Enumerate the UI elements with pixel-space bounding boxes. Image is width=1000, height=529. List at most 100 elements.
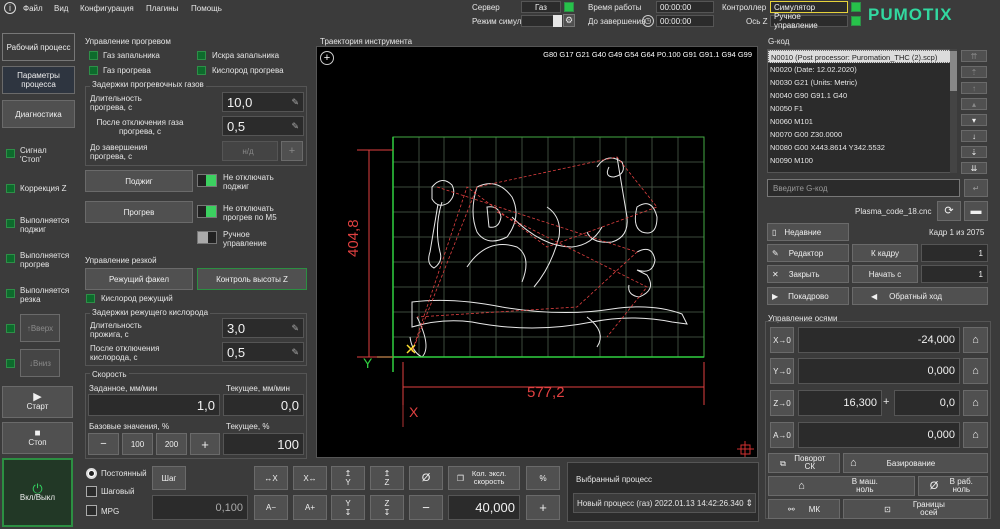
ignite-toggle[interactable] — [197, 174, 217, 187]
mpg-checkbox[interactable] — [86, 505, 97, 516]
menu-file[interactable]: Файл — [23, 4, 43, 13]
open-folder-button[interactable]: ▬ — [964, 201, 988, 221]
continuous-radio[interactable] — [86, 468, 97, 479]
speed-plus-button[interactable]: + — [190, 433, 220, 455]
speed-minus-button[interactable]: − — [88, 433, 119, 455]
close-file-button[interactable]: ✕ Закрыть — [767, 265, 849, 283]
zero-button[interactable]: Ø — [409, 466, 443, 490]
percent-button[interactable]: % — [526, 466, 560, 490]
gcode-input[interactable]: Введите G-код — [767, 179, 960, 197]
menu-plugins[interactable]: Плагины — [146, 4, 178, 13]
menu-config[interactable]: Конфигурация — [80, 4, 134, 13]
rotate-cs-button[interactable]: ⧉ Поворот СК — [768, 453, 840, 473]
zero-y-button[interactable]: Y→0 — [770, 358, 794, 384]
jog-speed-minus-button[interactable]: − — [409, 495, 443, 520]
reverse-button[interactable]: ◀ Обратный ход — [852, 287, 988, 305]
scroll-up-button[interactable]: ↑ — [961, 82, 987, 94]
ignite-button[interactable]: Поджиг — [85, 170, 193, 192]
home-a-button[interactable]: ⌂ — [963, 422, 988, 448]
jog-speed-plus-button[interactable]: + — [526, 495, 560, 520]
zero-x-button[interactable]: X→0 — [770, 327, 794, 353]
height-control-button[interactable]: Контроль высоты Z — [197, 268, 307, 290]
igniter-gas-checkbox[interactable] — [89, 51, 98, 60]
gcode-line[interactable]: N0080 G00 X443.8614 Y342.5532 — [768, 141, 956, 154]
speed-200-button[interactable]: 200 — [156, 433, 187, 455]
scroll-line-up-button[interactable]: ▴ — [961, 98, 987, 110]
tab-workflow[interactable]: Рабочий процесс — [2, 33, 75, 61]
menu-view[interactable]: Вид — [54, 4, 68, 13]
to-machine-zero-button[interactable]: ⌂ В маш. ноль — [768, 476, 915, 496]
preheat-duration-field[interactable]: 10,0 ✎ — [222, 92, 304, 112]
gear-icon[interactable]: ⚙ — [563, 14, 575, 27]
gcode-line[interactable]: N0070 G00 Z30.0000 — [768, 128, 956, 141]
to-work-zero-button[interactable]: Ø В раб. ноль — [918, 476, 988, 496]
home-z-button[interactable]: ⌂ — [963, 390, 988, 416]
step-value-field[interactable]: 0,100 — [152, 495, 248, 520]
jog-x-minus-button[interactable]: ↔ X — [254, 466, 288, 490]
gcode-line[interactable]: N0030 G21 (Units: Metric) — [768, 76, 956, 89]
jog-speed-button[interactable]: ❐ Кол. эксл. скорость — [448, 466, 520, 490]
power-button[interactable]: ⏻ Вкл/Выкл — [2, 458, 73, 527]
cutting-oxygen-checkbox[interactable] — [86, 294, 95, 303]
scroll-down-button[interactable]: ↓ — [961, 130, 987, 142]
gcode-line[interactable]: N0040 G90 G91.1 G40 — [768, 89, 956, 102]
step-run-button[interactable]: ▶ Покадрово — [767, 287, 849, 305]
enter-button[interactable]: ↵ — [964, 179, 988, 197]
preheat-button[interactable]: Прогрев — [85, 201, 193, 223]
axis-bounds-button[interactable]: ⊡ Границы осей — [843, 499, 988, 519]
jog-speed-field[interactable]: 40,000 — [448, 495, 520, 520]
stop-button[interactable]: ■ Стоп — [2, 422, 73, 454]
tab-process-params[interactable]: Параметры процесса — [2, 66, 75, 94]
to-frame-button[interactable]: К кадру — [852, 244, 918, 262]
pierce-duration-field[interactable]: 3,0 ✎ — [222, 318, 304, 338]
preheat-gas-checkbox[interactable] — [89, 66, 98, 75]
cutting-torch-button[interactable]: Режущий факел — [85, 268, 193, 290]
sim-mode-box[interactable] — [553, 15, 562, 27]
menu-help[interactable]: Помощь — [191, 4, 222, 13]
zero-a-button[interactable]: A→0 — [770, 422, 794, 448]
gcode-list[interactable]: N0010 (Post processor: Puromation_THC (2… — [767, 49, 957, 173]
scroll-page-down-button[interactable]: ⇣ — [961, 146, 987, 158]
speed-100-button[interactable]: 100 — [122, 433, 153, 455]
jog-z-plus-button[interactable]: ↥ Z — [370, 466, 404, 490]
preheat-toggle[interactable] — [197, 205, 217, 218]
start-from-button[interactable]: Начать с — [852, 265, 918, 283]
jog-x-plus-button[interactable]: X ↔ — [293, 466, 327, 490]
set-speed-field[interactable]: 1,0 — [88, 394, 220, 416]
gcode-scrollbar[interactable] — [950, 49, 957, 173]
process-select[interactable]: Новый процесс (газ) 2022.01.13 14:42:26.… — [573, 493, 756, 513]
recent-button[interactable]: ▯ Недавние — [767, 223, 849, 241]
step-button[interactable]: Шаг — [152, 466, 186, 490]
homing-button[interactable]: ⌂ Базирование — [843, 453, 988, 473]
add-button[interactable]: + — [281, 141, 303, 161]
after-oxygen-off-field[interactable]: 0,5 ✎ — [222, 342, 304, 362]
jog-y-minus-button[interactable]: Y ↧ — [331, 495, 365, 520]
start-button[interactable]: ▶ Старт — [2, 386, 73, 418]
zero-z-button[interactable]: Z→0 — [770, 390, 794, 416]
scroll-bottom-button[interactable]: ⇊ — [961, 162, 987, 174]
scroll-line-down-button[interactable]: ▾ — [961, 114, 987, 126]
down-button[interactable]: ↓ Вниз — [20, 349, 60, 377]
jog-z-minus-button[interactable]: Z ↧ — [370, 495, 404, 520]
step-checkbox[interactable] — [86, 486, 97, 497]
gcode-line[interactable]: N0010 (Post processor: Puromation_THC (2… — [768, 50, 956, 63]
reload-button[interactable]: ⟳ — [937, 201, 961, 221]
up-button[interactable]: ↑ Вверх — [20, 314, 60, 342]
to-frame-field[interactable]: 1 — [921, 244, 988, 262]
info-icon[interactable]: i — [4, 2, 16, 14]
jog-a-minus-button[interactable]: A− — [254, 495, 288, 520]
mk-button[interactable]: ⚯ МК — [768, 499, 840, 519]
igniter-spark-checkbox[interactable] — [197, 51, 206, 60]
trajectory-view[interactable]: + G80 G17 G21 G40 G49 G54 G64 P0.100 G91… — [316, 46, 758, 458]
jog-a-plus-button[interactable]: A+ — [293, 495, 327, 520]
gcode-line[interactable]: N0060 M101 — [768, 115, 956, 128]
home-y-button[interactable]: ⌂ — [963, 358, 988, 384]
scroll-page-up-button[interactable]: ⇡ — [961, 66, 987, 78]
jog-y-plus-button[interactable]: ↥ Y — [331, 466, 365, 490]
after-preheat-off-field[interactable]: 0,5 ✎ — [222, 116, 304, 136]
gcode-line[interactable]: N0050 F1 — [768, 102, 956, 115]
manual-toggle[interactable] — [197, 231, 217, 244]
gcode-line[interactable]: N0090 M100 — [768, 154, 956, 167]
scroll-top-button[interactable]: ⇈ — [961, 50, 987, 62]
start-from-field[interactable]: 1 — [921, 265, 988, 283]
